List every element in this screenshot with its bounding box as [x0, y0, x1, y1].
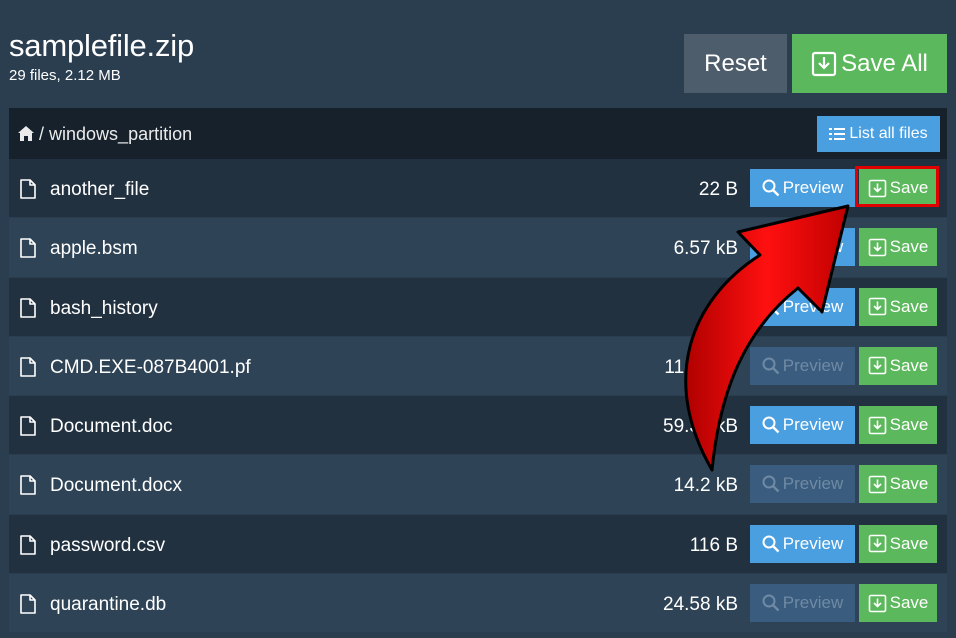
preview-label: Preview — [782, 296, 844, 316]
list-icon — [829, 128, 846, 140]
file-name[interactable]: apple.bsm — [50, 238, 138, 260]
save-button[interactable]: Save — [859, 406, 937, 445]
preview-button: Preview — [750, 584, 855, 623]
save-button[interactable]: Save — [859, 524, 937, 563]
search-icon — [762, 535, 780, 553]
file-name[interactable]: quarantine.db — [50, 594, 166, 616]
preview-label: Preview — [782, 355, 844, 375]
file-row: bash_history Preview Save — [9, 277, 947, 337]
file-icon — [20, 179, 36, 199]
preview-label: Preview — [782, 593, 844, 613]
save-label: Save — [889, 296, 929, 316]
archive-summary: 29 files, 2.12 MB — [9, 67, 121, 84]
save-button[interactable]: Save — [859, 465, 937, 504]
save-button[interactable]: Save — [859, 287, 937, 326]
file-row: quarantine.db 24.58 kB Preview Save — [9, 574, 947, 634]
file-row: apple.bsm 6.57 kB Preview Save — [9, 218, 947, 278]
list-all-files-button[interactable]: List all files — [817, 116, 940, 152]
breadcrumb: / windows_partition List all files — [9, 108, 947, 159]
save-label: Save — [889, 533, 929, 553]
save-label: Save — [889, 474, 929, 494]
file-row: Document.docx 14.2 kB Preview Save — [9, 455, 947, 515]
download-icon — [868, 594, 886, 612]
download-icon — [868, 297, 886, 316]
header: samplefile.zip 29 files, 2.12 MB Reset S… — [0, 0, 956, 108]
save-label: Save — [889, 237, 929, 257]
preview-button[interactable]: Preview — [750, 524, 855, 563]
preview-button[interactable]: Preview — [750, 406, 855, 445]
breadcrumb-current[interactable]: windows_partition — [49, 124, 192, 144]
save-label: Save — [889, 178, 929, 197]
download-icon — [868, 475, 886, 494]
download-icon — [868, 534, 886, 553]
download-icon — [868, 357, 886, 375]
file-name[interactable]: Document.doc — [50, 416, 173, 438]
save-all-label: Save All — [841, 49, 928, 77]
breadcrumb-separator: / — [39, 124, 45, 144]
search-icon — [762, 475, 780, 493]
file-row: another_file 22 B Preview Save — [9, 159, 947, 219]
file-icon — [20, 475, 36, 496]
save-label: Save — [889, 415, 929, 435]
save-all-button[interactable]: Save All — [792, 34, 947, 93]
file-row: Document.doc 59.3_ kB Preview Save — [9, 396, 947, 456]
file-size: 59.3_ kB — [663, 416, 738, 438]
save-button[interactable]: Save — [859, 346, 937, 385]
list-all-files-label: List all files — [849, 125, 928, 142]
file-name[interactable]: password.csv — [50, 535, 165, 557]
file-name[interactable]: CMD.EXE-087B4001.pf — [50, 357, 251, 379]
search-icon — [762, 594, 780, 612]
preview-button[interactable]: Preview — [750, 228, 855, 267]
search-icon — [762, 179, 780, 197]
search-icon — [762, 238, 780, 256]
file-size: 24.58 kB — [663, 594, 738, 616]
preview-label: Preview — [782, 533, 844, 553]
file-icon — [20, 297, 36, 318]
file-name[interactable]: another_file — [50, 179, 149, 201]
file-icon — [20, 594, 36, 614]
search-icon — [762, 416, 780, 434]
download-icon — [868, 238, 886, 257]
save-button[interactable]: Save — [859, 584, 937, 623]
preview-label: Preview — [782, 237, 844, 257]
download-icon — [868, 179, 886, 197]
file-size: 6.57 kB — [673, 238, 738, 260]
preview-button: Preview — [750, 346, 855, 385]
save-label: Save — [889, 355, 929, 375]
file-list: another_file 22 B Preview Save apple.bsm 6.57… — [9, 159, 947, 634]
file-size: 116 B — [689, 534, 738, 556]
download-icon — [868, 416, 886, 434]
search-icon — [762, 298, 780, 315]
preview-button: Preview — [750, 465, 855, 504]
preview-button[interactable]: Preview — [750, 169, 855, 207]
file-size: 11.__ kB — [664, 356, 738, 378]
save-button[interactable]: Save — [859, 169, 937, 207]
preview-button[interactable]: Preview — [750, 287, 855, 326]
file-name[interactable]: bash_history — [50, 298, 158, 320]
preview-label: Preview — [782, 178, 844, 197]
file-size: 14.2 kB — [673, 475, 738, 497]
file-row: CMD.EXE-087B4001.pf 11.__ kB Preview Save — [9, 336, 947, 397]
save-label: Save — [889, 593, 929, 613]
file-icon — [20, 357, 36, 377]
file-row: password.csv 116 B Preview Save — [9, 514, 947, 575]
file-icon — [20, 238, 36, 259]
archive-title: samplefile.zip — [9, 28, 195, 63]
preview-label: Preview — [782, 474, 844, 494]
preview-label: Preview — [782, 415, 844, 435]
file-size: 22 B — [698, 179, 738, 200]
file-icon — [20, 416, 36, 436]
file-name[interactable]: Document.docx — [50, 475, 182, 497]
save-button[interactable]: Save — [859, 228, 937, 267]
file-icon — [20, 534, 36, 555]
search-icon — [762, 357, 780, 375]
breadcrumb-path[interactable]: / windows_partition — [39, 124, 192, 145]
reset-button[interactable]: Reset — [684, 34, 787, 93]
home-icon[interactable] — [17, 125, 35, 142]
download-icon — [812, 51, 837, 76]
